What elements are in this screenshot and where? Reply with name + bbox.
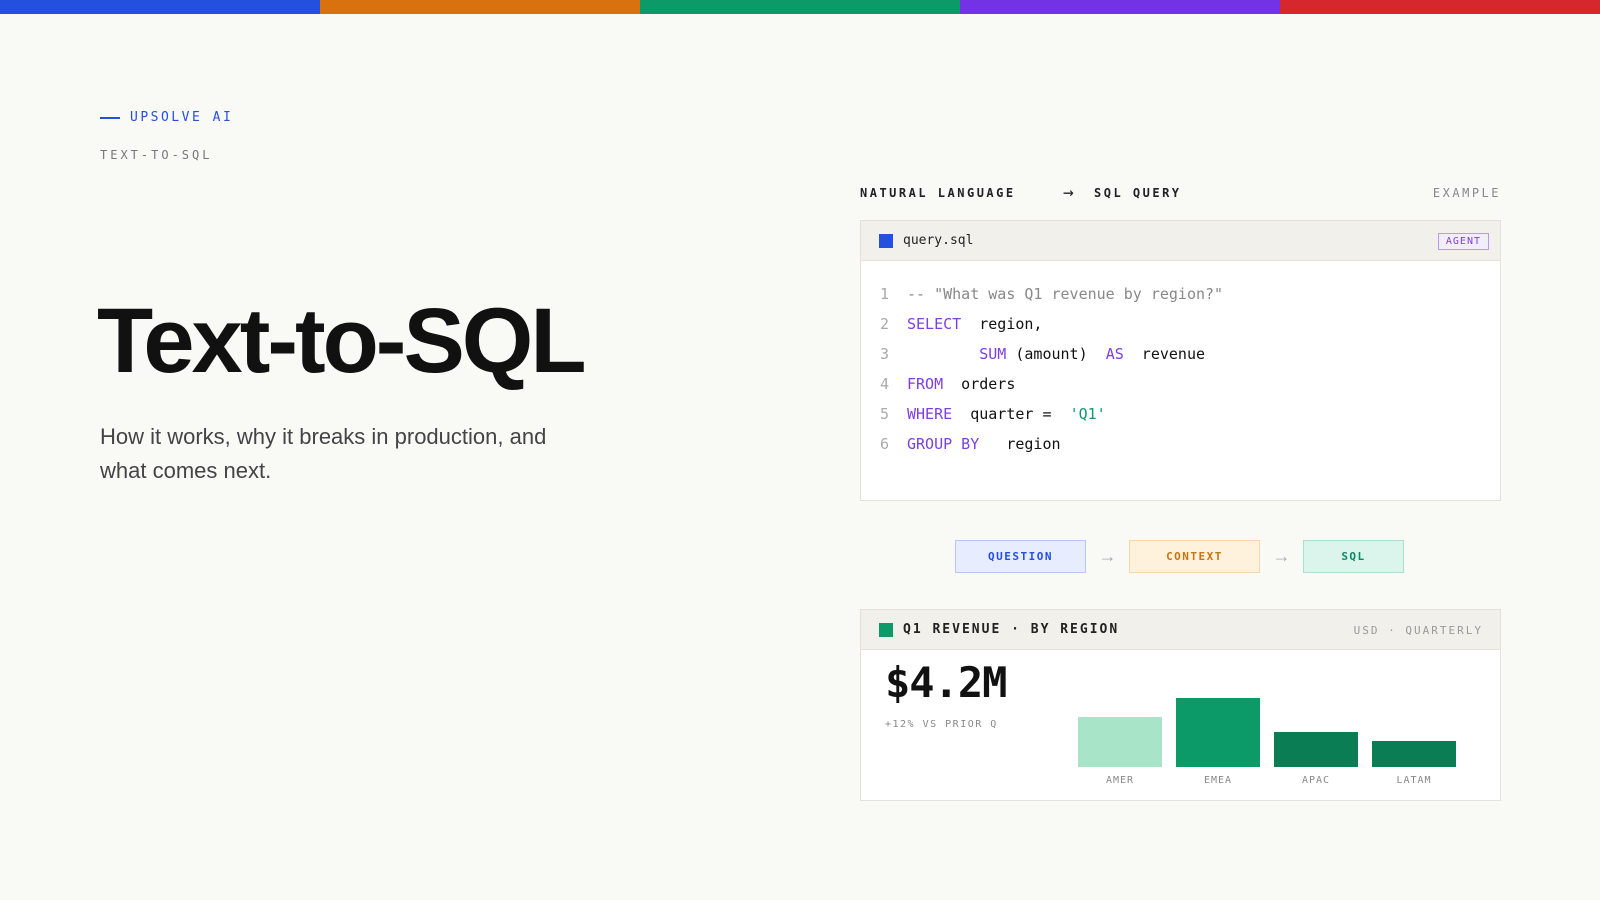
line-number: 5 xyxy=(879,405,889,423)
filename: query.sql xyxy=(903,233,974,248)
color-bar-segment-2 xyxy=(320,0,640,14)
arrow-right-icon: → xyxy=(1272,546,1291,566)
code-token: orders xyxy=(943,375,1016,393)
file-square-icon xyxy=(879,233,893,248)
line-number: 2 xyxy=(879,315,889,333)
color-bar-segment-5 xyxy=(1280,0,1600,14)
code-token: (amount) xyxy=(1006,345,1106,363)
code-token: quarter = xyxy=(952,405,1070,423)
code-token: SUM xyxy=(979,345,1007,363)
arrow-right-icon: → xyxy=(1063,182,1074,203)
color-bar-segment-1 xyxy=(0,0,320,14)
code-token: -- xyxy=(907,285,935,303)
code-card-header: query.sql AGENT xyxy=(861,221,1500,261)
dash-icon xyxy=(100,116,120,119)
eyebrow-label: TEXT-TO-SQL xyxy=(100,148,213,162)
code-line: 1 -- "What was Q1 revenue by region?" xyxy=(861,279,1500,309)
code-card: query.sql AGENT 1 -- "What was Q1 revenue… xyxy=(860,220,1501,501)
agent-badge: AGENT xyxy=(1437,233,1489,250)
bar-emea xyxy=(1176,698,1260,767)
code-line: 6 GROUP BY region xyxy=(861,429,1500,459)
line-number: 6 xyxy=(879,435,889,453)
code-token: GROUP BY xyxy=(907,435,980,453)
flow-header: NATURAL LANGUAGE → SQL QUERY EXAMPLE xyxy=(860,182,1501,206)
line-number: 1 xyxy=(879,285,889,303)
code-line: 2 SELECT region, xyxy=(861,309,1500,339)
revenue-bar-chart: AMER EMEA APAC LATAM xyxy=(861,610,1502,802)
pipeline-step-sql: SQL xyxy=(1303,540,1404,573)
color-bar-segment-4 xyxy=(960,0,1280,14)
code-line: 3 SUM (amount) AS revenue xyxy=(861,339,1500,369)
pipeline-step-context: CONTEXT xyxy=(1129,540,1260,573)
subtitle: How it works, why it breaks in productio… xyxy=(100,424,547,483)
code-block: 1 -- "What was Q1 revenue by region?" 2 SEL… xyxy=(861,261,1500,459)
flow-source-label: NATURAL LANGUAGE xyxy=(860,186,1016,200)
bar-label: AMER xyxy=(1105,775,1135,786)
line-number: 4 xyxy=(879,375,889,393)
code-token: FROM xyxy=(907,375,944,393)
line-number: 3 xyxy=(879,345,889,363)
top-color-bar xyxy=(0,0,1600,14)
code-token: "What was Q1 revenue by region?" xyxy=(934,285,1224,303)
bar-label: APAC xyxy=(1301,775,1331,786)
example-tag: EXAMPLE xyxy=(1432,186,1501,200)
color-bar-segment-3 xyxy=(640,0,960,14)
page-title: Text-to-SQL xyxy=(97,290,587,392)
brand-label: UPSOLVE AI xyxy=(130,110,234,125)
bar-apac xyxy=(1274,731,1358,767)
bar-latam xyxy=(1372,741,1456,767)
code-token: revenue xyxy=(1123,345,1206,363)
bar-label: EMEA xyxy=(1203,775,1233,786)
bar-amer xyxy=(1078,716,1162,767)
code-line: 5 WHERE quarter = 'Q1' xyxy=(861,399,1500,429)
code-token: AS xyxy=(1105,345,1124,363)
brand: UPSOLVE AI xyxy=(100,110,233,125)
bar-label: LATAM xyxy=(1396,775,1432,786)
code-line: 4 FROM orders xyxy=(861,369,1500,399)
pipeline-step-question: QUESTION xyxy=(955,540,1086,573)
code-token: region, xyxy=(961,315,1043,333)
code-token: SELECT xyxy=(907,315,962,333)
revenue-card: Q1 REVENUE · BY REGION USD · QUARTERLY $… xyxy=(860,609,1501,801)
code-token: WHERE xyxy=(907,405,953,423)
pipeline: QUESTION → CONTEXT → SQL xyxy=(955,540,1404,573)
code-token: 'Q1' xyxy=(1069,405,1106,423)
arrow-right-icon: → xyxy=(1098,546,1117,566)
flow-target-label: SQL QUERY xyxy=(1094,186,1182,200)
code-token: region xyxy=(979,435,1061,453)
